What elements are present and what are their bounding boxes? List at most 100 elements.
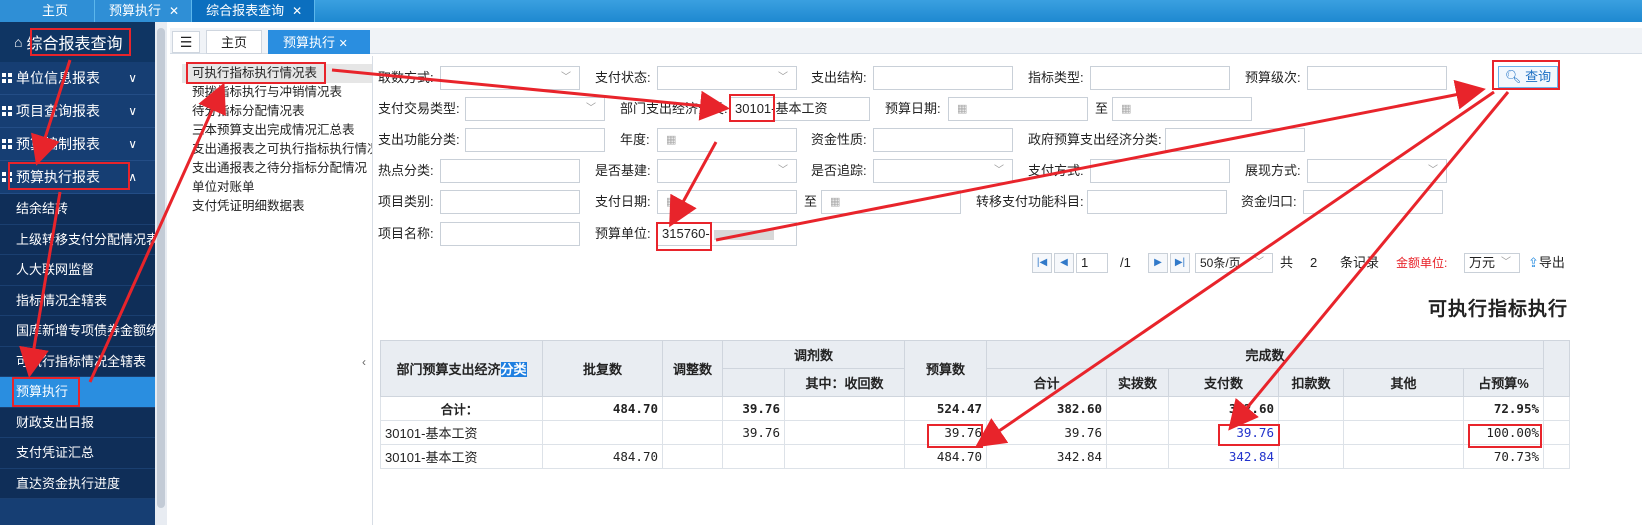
menu-toggle-icon[interactable]: ☰ <box>172 31 200 53</box>
select-display-mode[interactable]: ﹀ <box>1307 159 1447 183</box>
input-pay-method[interactable] <box>1090 159 1230 183</box>
page-size-select[interactable]: 50条/页 ﹀ <box>1195 253 1273 273</box>
chevron-down-icon: ∨ <box>128 137 137 151</box>
select-pay-status[interactable]: ﹀ <box>657 66 797 90</box>
th-ratio: 占预算% <box>1463 368 1544 397</box>
inner-tab-budget-exec[interactable]: 预算执行 ✕ <box>268 30 370 54</box>
tree-item-voucher-detail[interactable]: 支付凭证明细数据表 <box>182 197 372 216</box>
date-pay-from[interactable]: ▦ <box>657 190 797 214</box>
table-row-total[interactable]: 合计： 484.70 39.76 524.47 382.60 382.60 72… <box>380 396 1570 421</box>
sidebar-section-project-query[interactable]: 项目查询报表 ∨ <box>0 95 155 128</box>
cell-recovered <box>784 420 905 445</box>
inner-tab-label: 预算执行 <box>283 35 336 50</box>
select-fetch-mode[interactable]: ﹀ <box>440 66 580 90</box>
chevron-down-icon: ﹀ <box>994 165 1004 176</box>
sidebar-item-transfer-payment[interactable]: 上级转移支付分配情况表 <box>0 224 155 255</box>
last-page-icon[interactable]: ▶| <box>1170 253 1190 273</box>
select-is-tracked[interactable]: ﹀ <box>873 159 1013 183</box>
sidebar-item-npc-monitor[interactable]: 人大联网监督 <box>0 255 155 286</box>
th-transfer: 调剂数 <box>722 340 905 369</box>
tree-item-notice-pending[interactable]: 支出通报表之待分指标分配情况 <box>182 159 372 178</box>
report-table: 部门预算支出经济分类 批复数 调整数 调剂数 预算数 完成数 其中：收回数 合计… <box>380 340 1570 469</box>
cell-allocated <box>1106 420 1169 445</box>
chevron-down-icon: ∨ <box>128 71 137 85</box>
cell-adjust <box>662 396 723 421</box>
cell-total: 39.76 <box>986 420 1107 445</box>
close-icon[interactable]: ✕ <box>169 0 179 22</box>
input-project-type[interactable] <box>440 190 580 214</box>
inner-tab-home[interactable]: 主页 <box>206 30 263 54</box>
redacted-blur <box>713 229 774 240</box>
page-input[interactable]: 1 <box>1076 253 1108 273</box>
th-paid: 支付数 <box>1168 368 1279 397</box>
sidebar-item-daily-report[interactable]: 财政支出日报 <box>0 407 155 438</box>
sidebar-item-indicator-all[interactable]: 指标情况全辖表 <box>0 285 155 316</box>
date-pay-to[interactable]: ▦ <box>821 190 961 214</box>
prev-page-icon[interactable]: ◀ <box>1054 253 1074 273</box>
cell-spacer <box>1543 444 1570 469</box>
top-tab-budget-exec[interactable]: 预算执行 ✕ <box>95 0 193 22</box>
date-budget-from[interactable]: ▦ <box>948 97 1088 121</box>
grid-icon <box>2 106 12 116</box>
input-project-name[interactable] <box>440 222 580 246</box>
select-is-infra[interactable]: ﹀ <box>657 159 797 183</box>
input-fund-nature[interactable] <box>873 128 1013 152</box>
first-page-icon[interactable]: |◀ <box>1032 253 1052 273</box>
tree-item-statement[interactable]: 单位对账单 <box>182 178 372 197</box>
table-row[interactable]: 30101-基本工资 484.70 484.70 342.84 342.84 7… <box>380 444 1570 469</box>
tree-item-notice-executable[interactable]: 支出通报表之可执行指标执行情况 <box>182 140 372 159</box>
label-pay-method: 支付方式: <box>1028 163 1084 178</box>
input-budget-level[interactable] <box>1307 66 1447 90</box>
tree-item-pending[interactable]: 待分指标分配情况表 <box>182 102 372 121</box>
total-suffix: 条记录 <box>1340 255 1380 270</box>
scrollbar-thumb[interactable] <box>157 28 165 508</box>
page-size-value: 50条/页 <box>1200 256 1241 270</box>
input-hotspot[interactable] <box>440 159 580 183</box>
top-tab-budget-exec-label: 预算执行 <box>109 3 162 18</box>
top-tab-report-query[interactable]: 综合报表查询 ✕ <box>192 0 316 22</box>
sidebar-section-unit-info[interactable]: 单位信息报表 ∨ <box>0 62 155 95</box>
sidebar-item-voucher-summary[interactable]: 支付凭证汇总 <box>0 438 155 469</box>
input-expense-structure[interactable] <box>873 66 1013 90</box>
cell-budget: 484.70 <box>904 444 987 469</box>
input-transfer-subject[interactable] <box>1087 190 1227 214</box>
select-pay-trade-type[interactable]: ﹀ <box>465 97 605 121</box>
input-function-class[interactable] <box>465 128 605 152</box>
sidebar-section-budget-prep[interactable]: 预算编制报表 ∨ <box>0 128 155 161</box>
close-icon[interactable]: ✕ <box>339 38 348 50</box>
label-budget-unit: 预算单位: <box>595 226 651 241</box>
input-gov-econ-class[interactable] <box>1165 128 1305 152</box>
cell-approved <box>542 420 663 445</box>
cell-deducted <box>1278 396 1344 421</box>
amount-unit-select[interactable]: 万元 ﹀ <box>1464 253 1520 273</box>
input-indicator-type[interactable] <box>1090 66 1230 90</box>
tree-item-prepaid[interactable]: 预拨指标执行与冲销情况表 <box>182 83 372 102</box>
sidebar-item-balance[interactable]: 结余结转 <box>0 194 155 225</box>
cell-ratio: 70.73% <box>1463 444 1544 469</box>
date-budget-to[interactable]: ▦ <box>1112 97 1252 121</box>
export-icon: ⇪ <box>1528 255 1539 270</box>
top-tab-home[interactable]: 主页 <box>0 0 96 22</box>
cell-paid-link[interactable]: 342.84 <box>1168 444 1279 469</box>
cell-recovered <box>784 444 905 469</box>
sidebar-item-special-bond[interactable]: 国库新增专项债券金额统计 <box>0 316 155 347</box>
sidebar-scrollbar[interactable] <box>155 22 167 525</box>
cell-spacer <box>1543 396 1570 421</box>
label-hotspot: 热点分类: <box>378 163 434 178</box>
report-title: 可执行指标执行 <box>1428 299 1569 320</box>
chevron-down-icon: ∨ <box>128 104 137 118</box>
export-button[interactable]: ⇪导出 <box>1528 252 1565 274</box>
tree-item-three-budgets[interactable]: 三本预算支出完成情况汇总表 <box>182 121 372 140</box>
date-year[interactable]: ▦ <box>657 128 797 152</box>
th-total: 合计 <box>986 368 1107 397</box>
label-fetch-mode: 取数方式: <box>378 70 434 85</box>
th-spacer <box>1543 340 1570 397</box>
close-icon[interactable]: ✕ <box>292 0 302 22</box>
top-tab-home-label: 主页 <box>42 3 69 18</box>
input-fund-owner[interactable] <box>1303 190 1443 214</box>
amount-unit-value: 万元 <box>1469 255 1496 270</box>
next-page-icon[interactable]: ▶ <box>1148 253 1168 273</box>
collapse-icon[interactable]: ‹ <box>362 355 372 395</box>
sidebar-item-direct-funds[interactable]: 直达资金执行进度 <box>0 468 155 499</box>
sidebar-item-executable-all[interactable]: 可执行指标情况全辖表 <box>0 346 155 377</box>
